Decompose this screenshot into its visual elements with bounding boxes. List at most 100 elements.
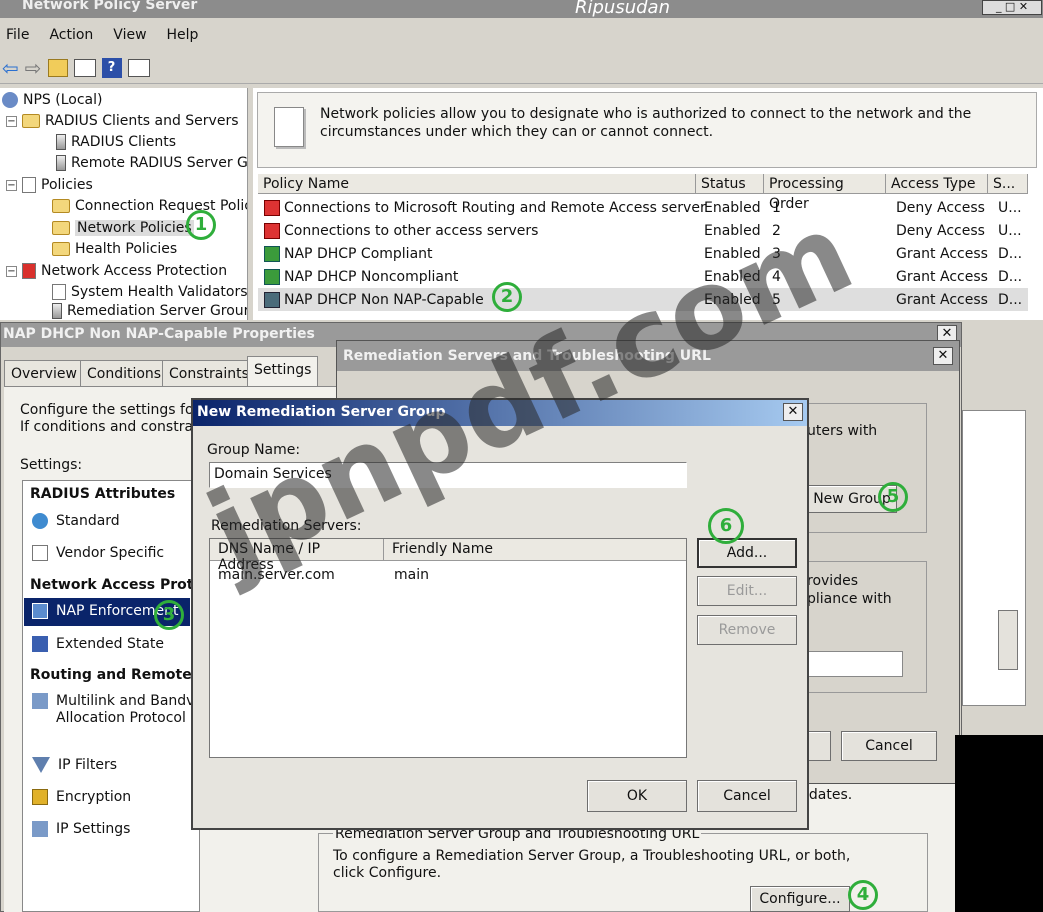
step-marker-1: 1 (186, 210, 216, 240)
menu-file[interactable]: File (6, 27, 29, 43)
window-title: Network Policy Server (22, 0, 198, 13)
tab-overview[interactable]: Overview (4, 360, 84, 387)
col-dns[interactable]: DNS Name / IP Address (210, 539, 384, 573)
folder-open-icon (52, 221, 70, 235)
settings-desc-2: If conditions and constraint (20, 419, 212, 435)
group-routing: Routing and Remote A (30, 667, 208, 683)
tab-conditions[interactable]: Conditions (80, 360, 169, 387)
nap-enforcement-icon (32, 603, 48, 619)
scrollbar[interactable] (998, 610, 1018, 670)
tree-remote-groups[interactable]: Remote RADIUS Server G (56, 155, 247, 171)
tab-constraints[interactable]: Constraints (162, 360, 256, 387)
network-icon (32, 693, 48, 709)
add-button[interactable]: Add... (697, 538, 797, 568)
setting-ip-filters[interactable]: IP Filters (32, 757, 117, 773)
col-access-type[interactable]: Access Type (886, 174, 988, 194)
step-marker-5: 5 (878, 482, 908, 512)
settings-label: Settings: (20, 457, 83, 473)
table-row[interactable]: NAP DHCP Compliant Enabled 3 Grant Acces… (258, 242, 1028, 265)
configure-button[interactable]: Configure... (750, 886, 850, 912)
url-input[interactable] (807, 651, 903, 677)
server-dns[interactable]: main.server.com (218, 567, 335, 583)
new-group-dialog: New Remediation Server Group ✕ Group Nam… (191, 398, 809, 830)
show-hide-tree-icon[interactable] (73, 58, 96, 77)
tree-nps-local[interactable]: NPS (Local) (2, 92, 102, 108)
dark-corner (955, 735, 1043, 912)
remove-button[interactable]: Remove (697, 615, 797, 645)
deny-policy-icon (264, 199, 280, 216)
setting-standard[interactable]: Standard (32, 513, 120, 529)
remediation-title: Remediation Servers and Troubleshooting … (343, 348, 711, 364)
setting-vendor-specific[interactable]: Vendor Specific (32, 545, 164, 561)
setting-extended-state[interactable]: Extended State (32, 636, 164, 652)
close-icon[interactable]: ✕ (933, 347, 953, 365)
tree-remediation[interactable]: Remediation Server Grour (52, 303, 247, 319)
collapse-icon[interactable]: − (6, 115, 17, 127)
servers-label: Remediation Servers: (211, 518, 362, 534)
tree-radius-clients[interactable]: RADIUS Clients (56, 134, 176, 150)
step-marker-3: 3 (154, 600, 184, 630)
help-icon[interactable]: ? (101, 57, 122, 78)
up-folder-icon[interactable] (47, 58, 68, 77)
group-radius-attributes: RADIUS Attributes (30, 486, 176, 502)
collapse-icon[interactable]: − (6, 179, 17, 191)
menu-view[interactable]: View (113, 27, 146, 43)
grant-policy-icon (264, 268, 280, 285)
table-row[interactable]: NAP DHCP Non NAP-Capable Enabled 5 Grant… (258, 288, 1028, 311)
col-processing-order[interactable]: Processing Order (764, 174, 886, 212)
setting-multilink[interactable]: Multilink and Bandv Allocation Protocol (32, 693, 194, 727)
tree-health-policies[interactable]: Health Policies (52, 241, 177, 257)
tree-pane: NPS (Local) − RADIUS Clients and Servers … (0, 88, 248, 320)
group-name-field[interactable]: Domain Services (209, 462, 687, 488)
remediation-text-3: pliance with (807, 591, 892, 607)
lock-icon (32, 789, 48, 805)
forward-icon[interactable]: ⇨ (25, 56, 42, 80)
ok-button[interactable]: OK (587, 780, 687, 812)
back-icon[interactable]: ⇦ (2, 56, 19, 80)
menu-action[interactable]: Action (49, 27, 93, 43)
close-icon[interactable]: ✕ (783, 403, 803, 421)
new-group-title: New Remediation Server Group (197, 404, 446, 420)
server-group-icon (56, 155, 66, 171)
properties-icon[interactable] (127, 58, 150, 77)
collapse-icon[interactable]: − (6, 265, 17, 277)
table-row[interactable]: Connections to Microsoft Routing and Rem… (258, 196, 1028, 219)
col-policy-name[interactable]: Policy Name (258, 174, 696, 194)
setting-encryption[interactable]: Encryption (32, 789, 131, 805)
window-controls[interactable]: _ □ ✕ (982, 0, 1042, 15)
policy-icon (264, 291, 280, 308)
tree-shv[interactable]: System Health Validators (52, 284, 247, 300)
tree-radius[interactable]: − RADIUS Clients and Servers (6, 113, 239, 129)
servers-list[interactable]: DNS Name / IP Address Friendly Name main… (209, 538, 687, 758)
tree-network-policies[interactable]: Network Policies (52, 220, 194, 236)
extended-state-icon (32, 636, 48, 652)
tree-nap[interactable]: − Network Access Protection (6, 263, 227, 279)
table-row[interactable]: Connections to other access servers Enab… (258, 219, 1028, 242)
group-name-label: Group Name: (207, 442, 301, 458)
toolbar: ⇦ ⇨ ? (0, 52, 1043, 84)
checklist-icon (32, 545, 48, 561)
cancel-button[interactable]: Cancel (697, 780, 797, 812)
new-group-title-bar: New Remediation Server Group ✕ (193, 400, 807, 426)
remediation-cancel-button[interactable]: Cancel (841, 731, 937, 761)
tree-policies[interactable]: − Policies (6, 177, 93, 193)
tab-settings[interactable]: Settings (247, 356, 319, 387)
menu-help[interactable]: Help (167, 27, 199, 43)
setting-ip-settings[interactable]: IP Settings (32, 821, 130, 837)
server-friendly[interactable]: main (394, 567, 429, 583)
grant-policy-icon (264, 245, 280, 262)
deny-policy-icon (264, 222, 280, 239)
col-source[interactable]: S... (988, 174, 1028, 194)
overlay-title: Ripusudan (575, 0, 670, 18)
policies-icon (22, 177, 36, 193)
remediation-text-2: rovides (807, 573, 858, 589)
step-marker-2: 2 (492, 282, 522, 312)
table-row[interactable]: NAP DHCP Noncompliant Enabled 4 Grant Ac… (258, 265, 1028, 288)
tree-connection-request[interactable]: Connection Request Polici (52, 198, 247, 214)
edit-button[interactable]: Edit... (697, 576, 797, 606)
remediation-title-bar: Remediation Servers and Troubleshooting … (337, 341, 959, 371)
server-icon (56, 134, 66, 150)
folder-icon (22, 114, 40, 128)
col-friendly[interactable]: Friendly Name (384, 539, 686, 561)
col-status[interactable]: Status (696, 174, 764, 194)
